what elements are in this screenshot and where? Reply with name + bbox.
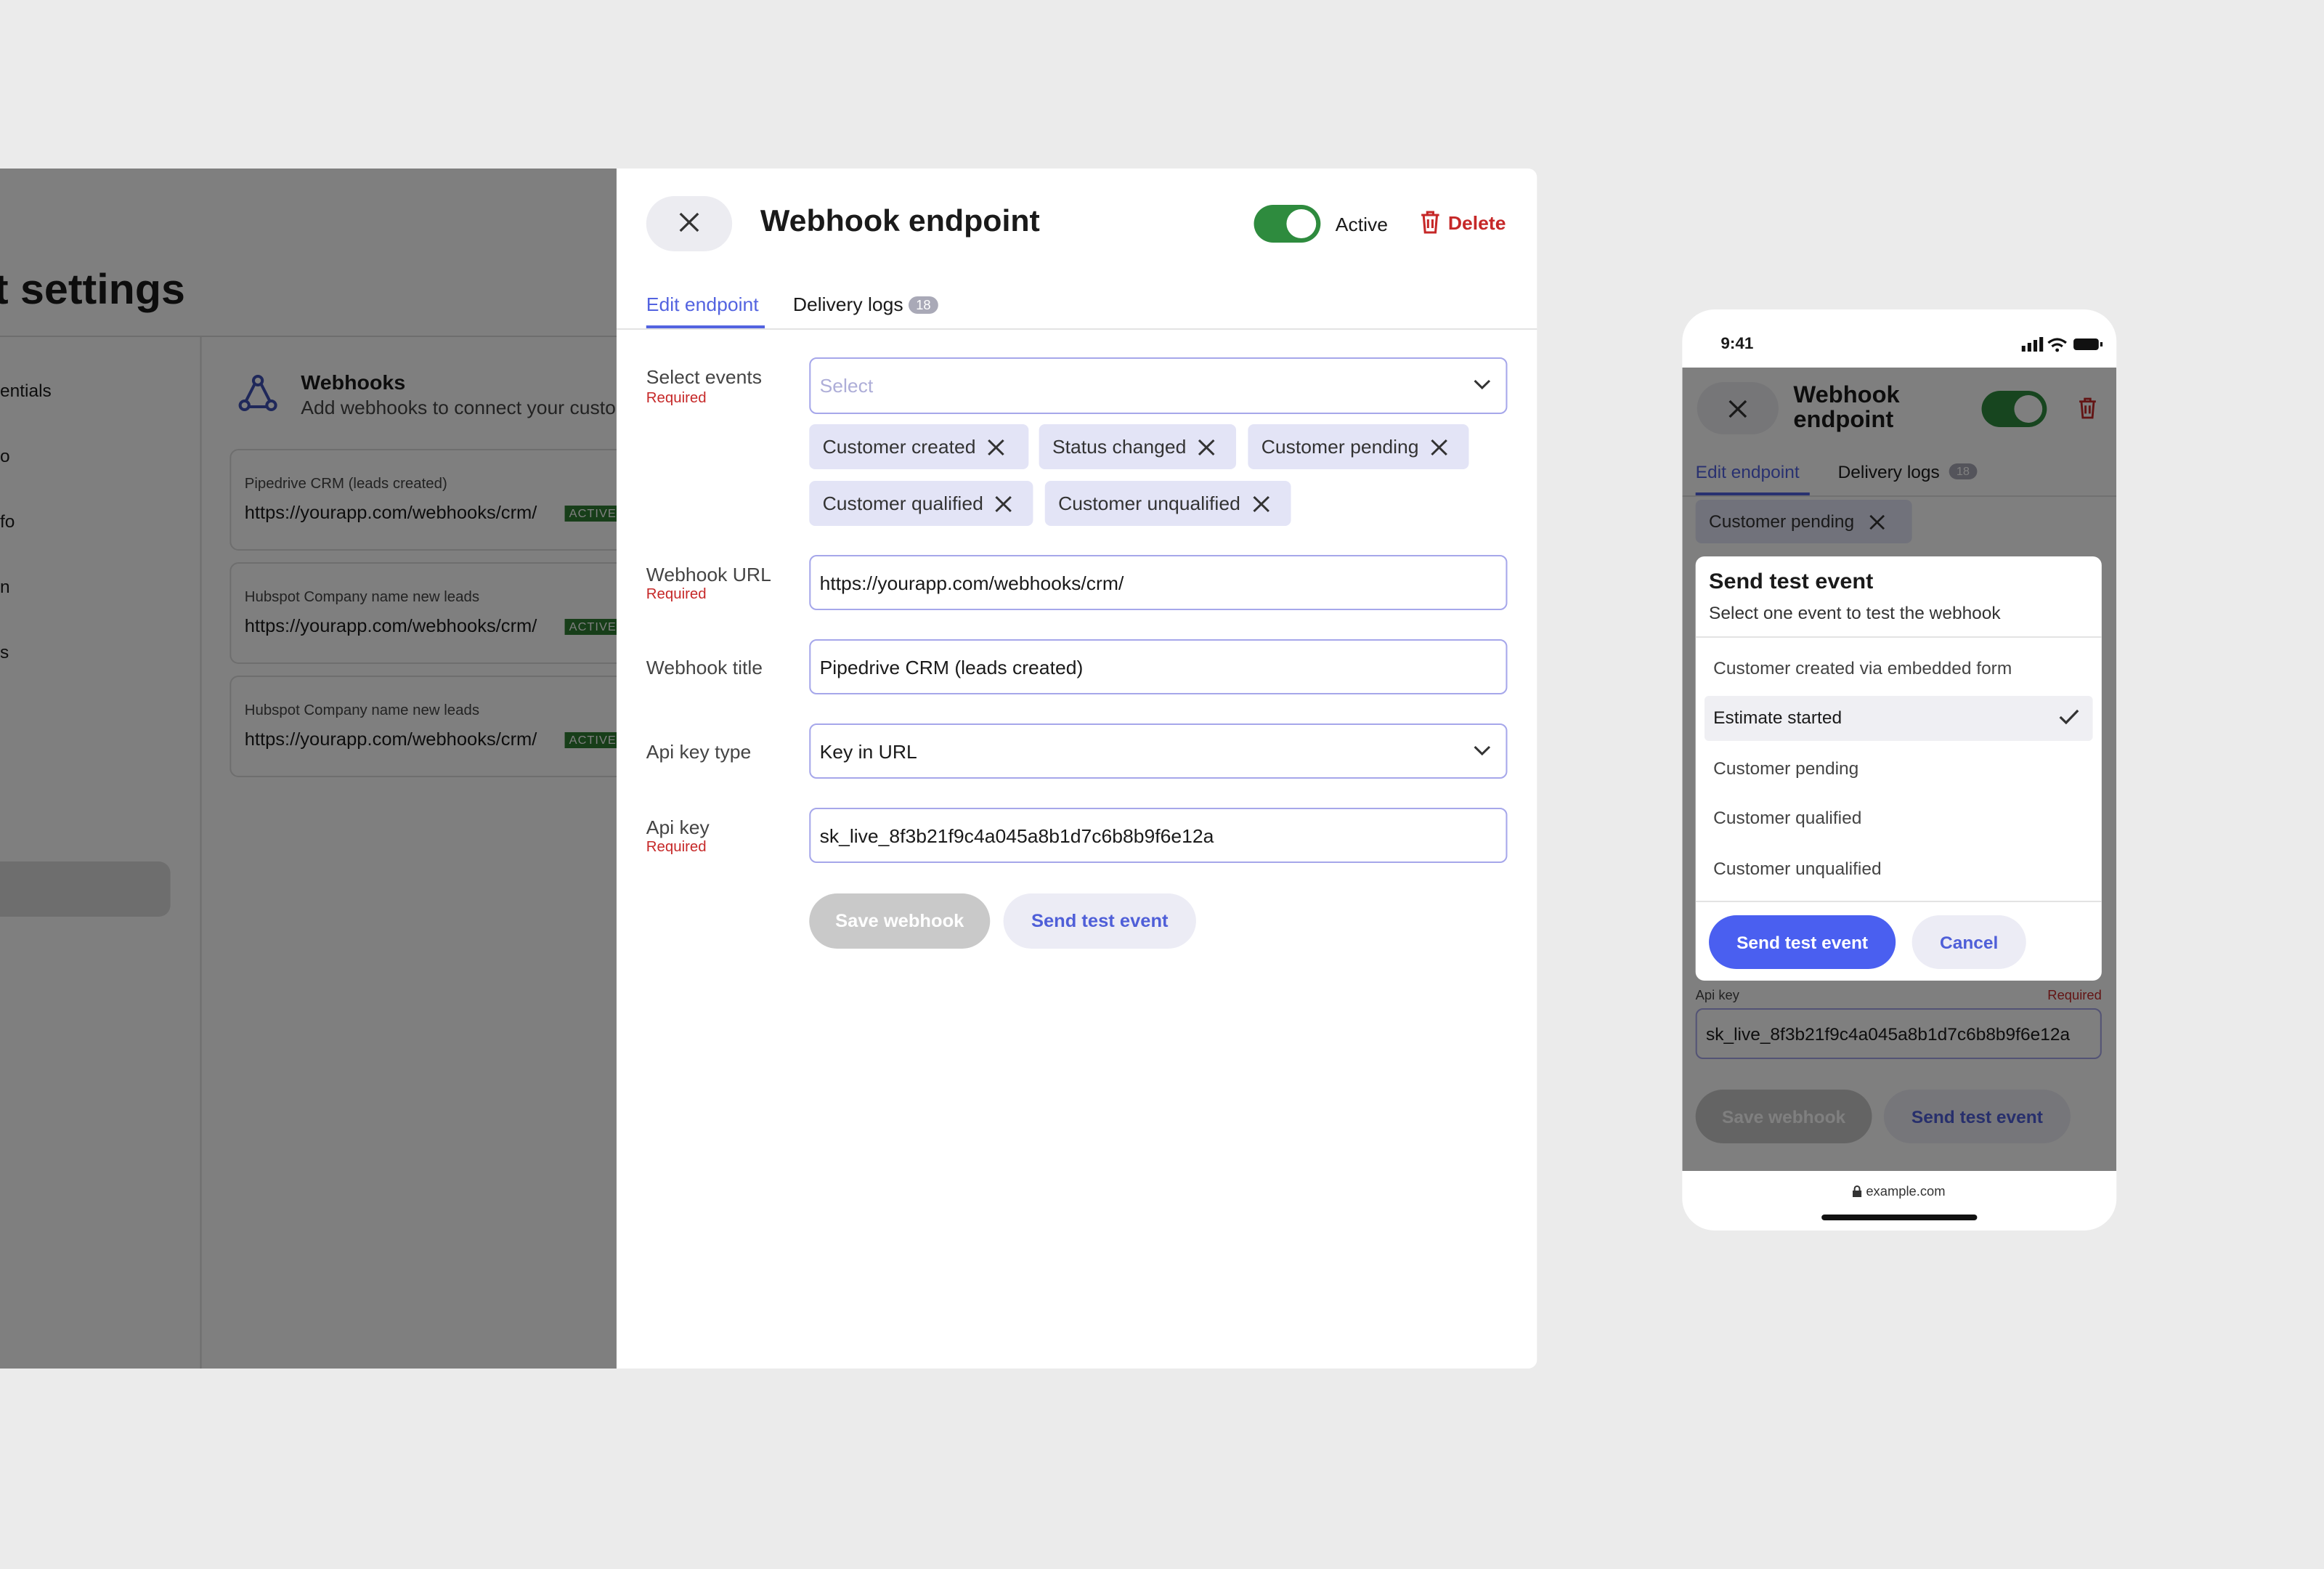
- events-select[interactable]: Select: [809, 357, 1508, 414]
- webhook-title-label: Webhook title: [646, 657, 763, 678]
- modal-backdrop[interactable]: [0, 169, 617, 1369]
- remove-chip-icon[interactable]: [1252, 495, 1269, 512]
- event-option[interactable]: Customer unqualified: [1705, 847, 2093, 892]
- divider: [1695, 901, 2102, 902]
- remove-chip-icon[interactable]: [995, 495, 1012, 512]
- tab-edit-endpoint[interactable]: Edit endpoint: [646, 293, 759, 315]
- modal-cancel-button[interactable]: Cancel: [1911, 915, 2026, 969]
- api-key-required: Required: [646, 840, 707, 856]
- remove-chip-icon[interactable]: [1198, 438, 1216, 455]
- remove-chip-icon[interactable]: [1431, 438, 1448, 455]
- api-key-field[interactable]: sk_live_8f3b21f9c4a045a8b1d7c6b8b9f6e12a: [809, 808, 1508, 863]
- modal-title: Send test event: [1709, 569, 1874, 594]
- modal-subtitle: Select one event to test the webhook: [1709, 603, 2001, 623]
- event-chip-label: Customer qualified: [822, 492, 983, 514]
- send-test-event-modal: Send test event Select one event to test…: [1695, 556, 2102, 981]
- delete-label: Delete: [1447, 211, 1506, 233]
- url-bar[interactable]: example.com: [1682, 1184, 2116, 1199]
- chevron-down-icon: [1474, 379, 1491, 390]
- api-key-type-select[interactable]: Key in URL: [809, 723, 1508, 779]
- event-chip-label: Status changed: [1052, 436, 1187, 458]
- home-indicator: [1821, 1215, 1978, 1220]
- close-icon: [679, 211, 699, 232]
- status-bar-time: 9:41: [1720, 336, 1754, 353]
- delete-button[interactable]: Delete: [1420, 211, 1506, 234]
- active-toggle[interactable]: [1254, 205, 1321, 243]
- events-label: Select events: [646, 366, 763, 388]
- webhook-url-label: Webhook URL: [646, 564, 771, 585]
- modal-send-test-event-button[interactable]: Send test event: [1709, 915, 1896, 969]
- chevron-down-icon: [1474, 745, 1491, 756]
- webhook-url-value: https://yourapp.com/webhooks/crm/: [819, 572, 1124, 594]
- check-icon: [2059, 709, 2079, 725]
- event-option[interactable]: Customer qualified: [1705, 796, 2093, 841]
- event-chip-label: Customer pending: [1261, 436, 1419, 458]
- event-chip: Customer qualified: [809, 481, 1033, 526]
- tabs-divider: [616, 328, 1537, 330]
- event-chip: Customer unqualified: [1044, 481, 1291, 526]
- lock-icon: [1853, 1185, 1863, 1197]
- api-key-label: Api key: [646, 816, 710, 838]
- event-option[interactable]: Customer pending: [1705, 747, 2093, 792]
- phone-mockup: 9:41 Webhook endpoint Edit endpoint Deli…: [1682, 309, 2117, 1231]
- events-select-placeholder: Select: [819, 375, 874, 397]
- api-key-value: sk_live_8f3b21f9c4a045a8b1d7c6b8b9f6e12a: [819, 825, 1214, 847]
- divider: [1695, 636, 2102, 638]
- close-button[interactable]: [646, 196, 733, 251]
- event-chip: Customer pending: [1248, 424, 1469, 469]
- status-bar-icons: [2021, 337, 2103, 352]
- webhook-url-required: Required: [646, 587, 707, 603]
- phone-screen: Webhook endpoint Edit endpoint Delivery …: [1682, 368, 2117, 1171]
- event-option-selected[interactable]: Estimate started: [1704, 696, 2093, 741]
- api-key-type-label: Api key type: [646, 741, 752, 763]
- event-chip-label: Customer created: [822, 436, 976, 458]
- event-option-label: Estimate started: [1713, 708, 1842, 728]
- webhook-endpoint-panel: Webhook endpoint Active Delete Edit endp…: [616, 169, 1537, 1369]
- tab-delivery-logs[interactable]: Delivery logs: [793, 293, 903, 315]
- trash-icon: [1421, 211, 1439, 234]
- toggle-knob: [1286, 209, 1317, 238]
- panel-title: Webhook endpoint: [760, 205, 1040, 238]
- remove-chip-icon[interactable]: [988, 438, 1005, 455]
- event-option[interactable]: Customer created via embedded form: [1705, 646, 2093, 692]
- event-chip-label: Customer unqualified: [1058, 492, 1240, 514]
- webhook-title-field[interactable]: Pipedrive CRM (leads created): [809, 639, 1508, 694]
- api-key-type-value: Key in URL: [819, 741, 917, 763]
- send-test-event-button[interactable]: Send test event: [1003, 893, 1196, 949]
- webhook-url-field[interactable]: https://yourapp.com/webhooks/crm/: [809, 555, 1508, 610]
- url-text: example.com: [1866, 1184, 1946, 1199]
- active-label: Active: [1335, 214, 1389, 235]
- events-required: Required: [646, 391, 707, 407]
- delivery-logs-count-badge: 18: [909, 296, 938, 314]
- event-chip: Status changed: [1039, 424, 1237, 469]
- webhook-title-value: Pipedrive CRM (leads created): [819, 657, 1084, 678]
- save-webhook-button[interactable]: Save webhook: [809, 893, 991, 949]
- event-chip: Customer created: [809, 424, 1029, 469]
